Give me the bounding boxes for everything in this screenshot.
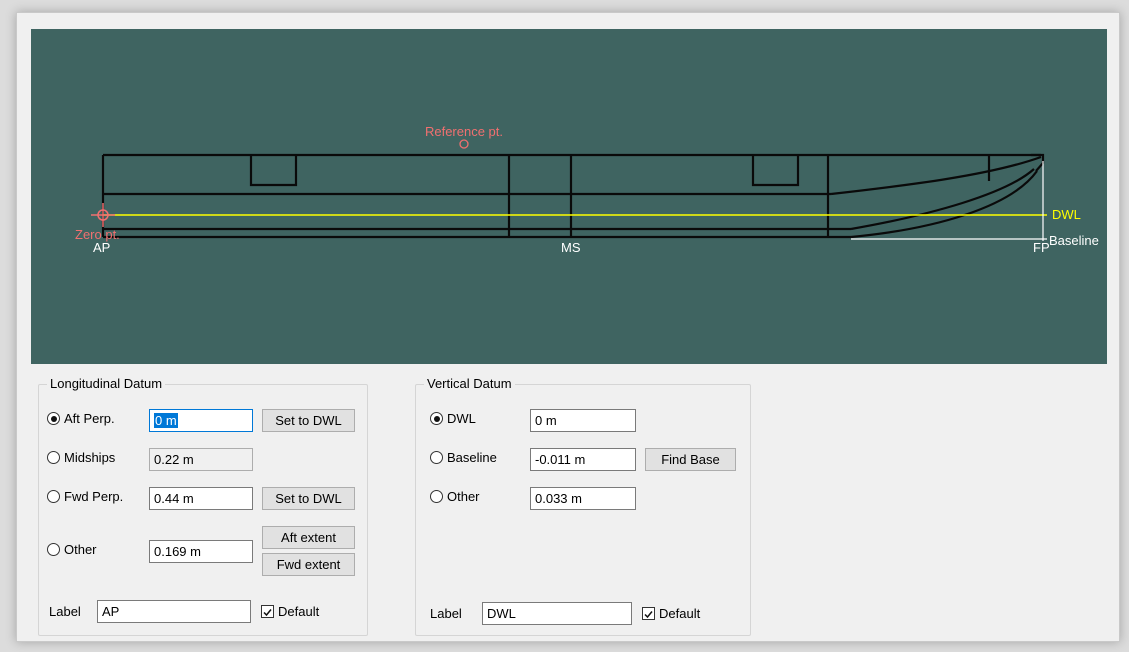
vertical-default-label: Default bbox=[659, 606, 701, 621]
fp-label: FP bbox=[1033, 240, 1050, 255]
hull-outline bbox=[101, 153, 1045, 239]
other-vertical-radio[interactable]: Other bbox=[430, 489, 480, 504]
baseline-value-field[interactable]: -0.011 m bbox=[530, 448, 636, 471]
dwl-option-label: DWL bbox=[447, 411, 476, 426]
dwl-value-field[interactable]: 0 m bbox=[530, 409, 636, 432]
baseline-radio[interactable]: Baseline bbox=[430, 450, 497, 465]
ap-label: AP bbox=[93, 240, 110, 255]
longitudinal-label-caption: Label bbox=[49, 604, 81, 619]
vertical-default-check-box[interactable] bbox=[642, 607, 655, 620]
checkmark-icon bbox=[644, 611, 653, 619]
longitudinal-datum-group: Longitudinal Datum Aft Perp. 0 m Set to … bbox=[38, 376, 368, 636]
dwl-label: DWL bbox=[1052, 207, 1081, 222]
hull-profile-drawing: Reference pt. Zero pt. AP MS FP DWL Base… bbox=[75, 124, 1099, 255]
longitudinal-datum-title: Longitudinal Datum bbox=[47, 376, 166, 391]
ms-label: MS bbox=[561, 240, 581, 255]
aft-extent-button[interactable]: Aft extent bbox=[262, 526, 355, 549]
midships-label: Midships bbox=[64, 450, 116, 465]
midships-radio[interactable]: Midships bbox=[47, 450, 115, 465]
aft-perp-label: Aft Perp. bbox=[64, 411, 115, 426]
midships-value-field: 0.22 m bbox=[149, 448, 253, 471]
vertical-datum-group: Vertical Datum DWL 0 m Baseline -0.011 m… bbox=[415, 376, 751, 636]
fwd-perp-radio-indicator[interactable] bbox=[47, 490, 60, 503]
other-vertical-radio-indicator[interactable] bbox=[430, 490, 443, 503]
fwd-perp-set-to-dwl-button[interactable]: Set to DWL bbox=[262, 487, 355, 510]
dwl-radio-indicator[interactable] bbox=[430, 412, 443, 425]
reference-point-label: Reference pt. bbox=[425, 124, 503, 139]
longitudinal-default-label: Default bbox=[278, 604, 320, 619]
fwd-perp-value-field[interactable]: 0.44 m bbox=[149, 487, 253, 510]
vertical-label-field[interactable]: DWL bbox=[482, 602, 632, 625]
dwl-radio[interactable]: DWL bbox=[430, 411, 476, 426]
checkmark-icon bbox=[263, 609, 272, 617]
longitudinal-default-checkbox[interactable]: Default bbox=[261, 604, 319, 619]
aft-perp-set-to-dwl-button[interactable]: Set to DWL bbox=[262, 409, 355, 432]
other-vertical-value-field[interactable]: 0.033 m bbox=[530, 487, 636, 510]
aft-perp-radio-indicator[interactable] bbox=[47, 412, 60, 425]
vertical-label-caption: Label bbox=[430, 606, 462, 621]
other-longitudinal-value-field[interactable]: 0.169 m bbox=[149, 540, 253, 563]
aft-perp-value-field[interactable]: 0 m bbox=[149, 409, 253, 432]
vertical-datum-title: Vertical Datum bbox=[424, 376, 515, 391]
fwd-perp-radio[interactable]: Fwd Perp. bbox=[47, 489, 123, 504]
longitudinal-default-check-box[interactable] bbox=[261, 605, 274, 618]
reference-point-marker bbox=[459, 139, 469, 149]
hull-profile-view[interactable]: Reference pt. Zero pt. AP MS FP DWL Base… bbox=[31, 29, 1107, 364]
datum-dialog: Reference pt. Zero pt. AP MS FP DWL Base… bbox=[16, 12, 1120, 642]
baseline-option-label: Baseline bbox=[447, 450, 497, 465]
aft-perp-radio[interactable]: Aft Perp. bbox=[47, 411, 115, 426]
longitudinal-label-field[interactable]: AP bbox=[97, 600, 251, 623]
aft-perp-value-text: 0 m bbox=[154, 413, 178, 428]
find-base-button[interactable]: Find Base bbox=[645, 448, 736, 471]
fwd-extent-button[interactable]: Fwd extent bbox=[262, 553, 355, 576]
fwd-perp-label: Fwd Perp. bbox=[64, 489, 124, 504]
other-longitudinal-radio[interactable]: Other bbox=[47, 542, 97, 557]
baseline-radio-indicator[interactable] bbox=[430, 451, 443, 464]
zero-point-marker bbox=[91, 203, 115, 227]
baseline-label: Baseline bbox=[1049, 233, 1099, 248]
vertical-default-checkbox[interactable]: Default bbox=[642, 606, 700, 621]
other-longitudinal-radio-indicator[interactable] bbox=[47, 543, 60, 556]
midships-radio-indicator[interactable] bbox=[47, 451, 60, 464]
other-longitudinal-label: Other bbox=[64, 542, 97, 557]
other-vertical-label: Other bbox=[447, 489, 480, 504]
